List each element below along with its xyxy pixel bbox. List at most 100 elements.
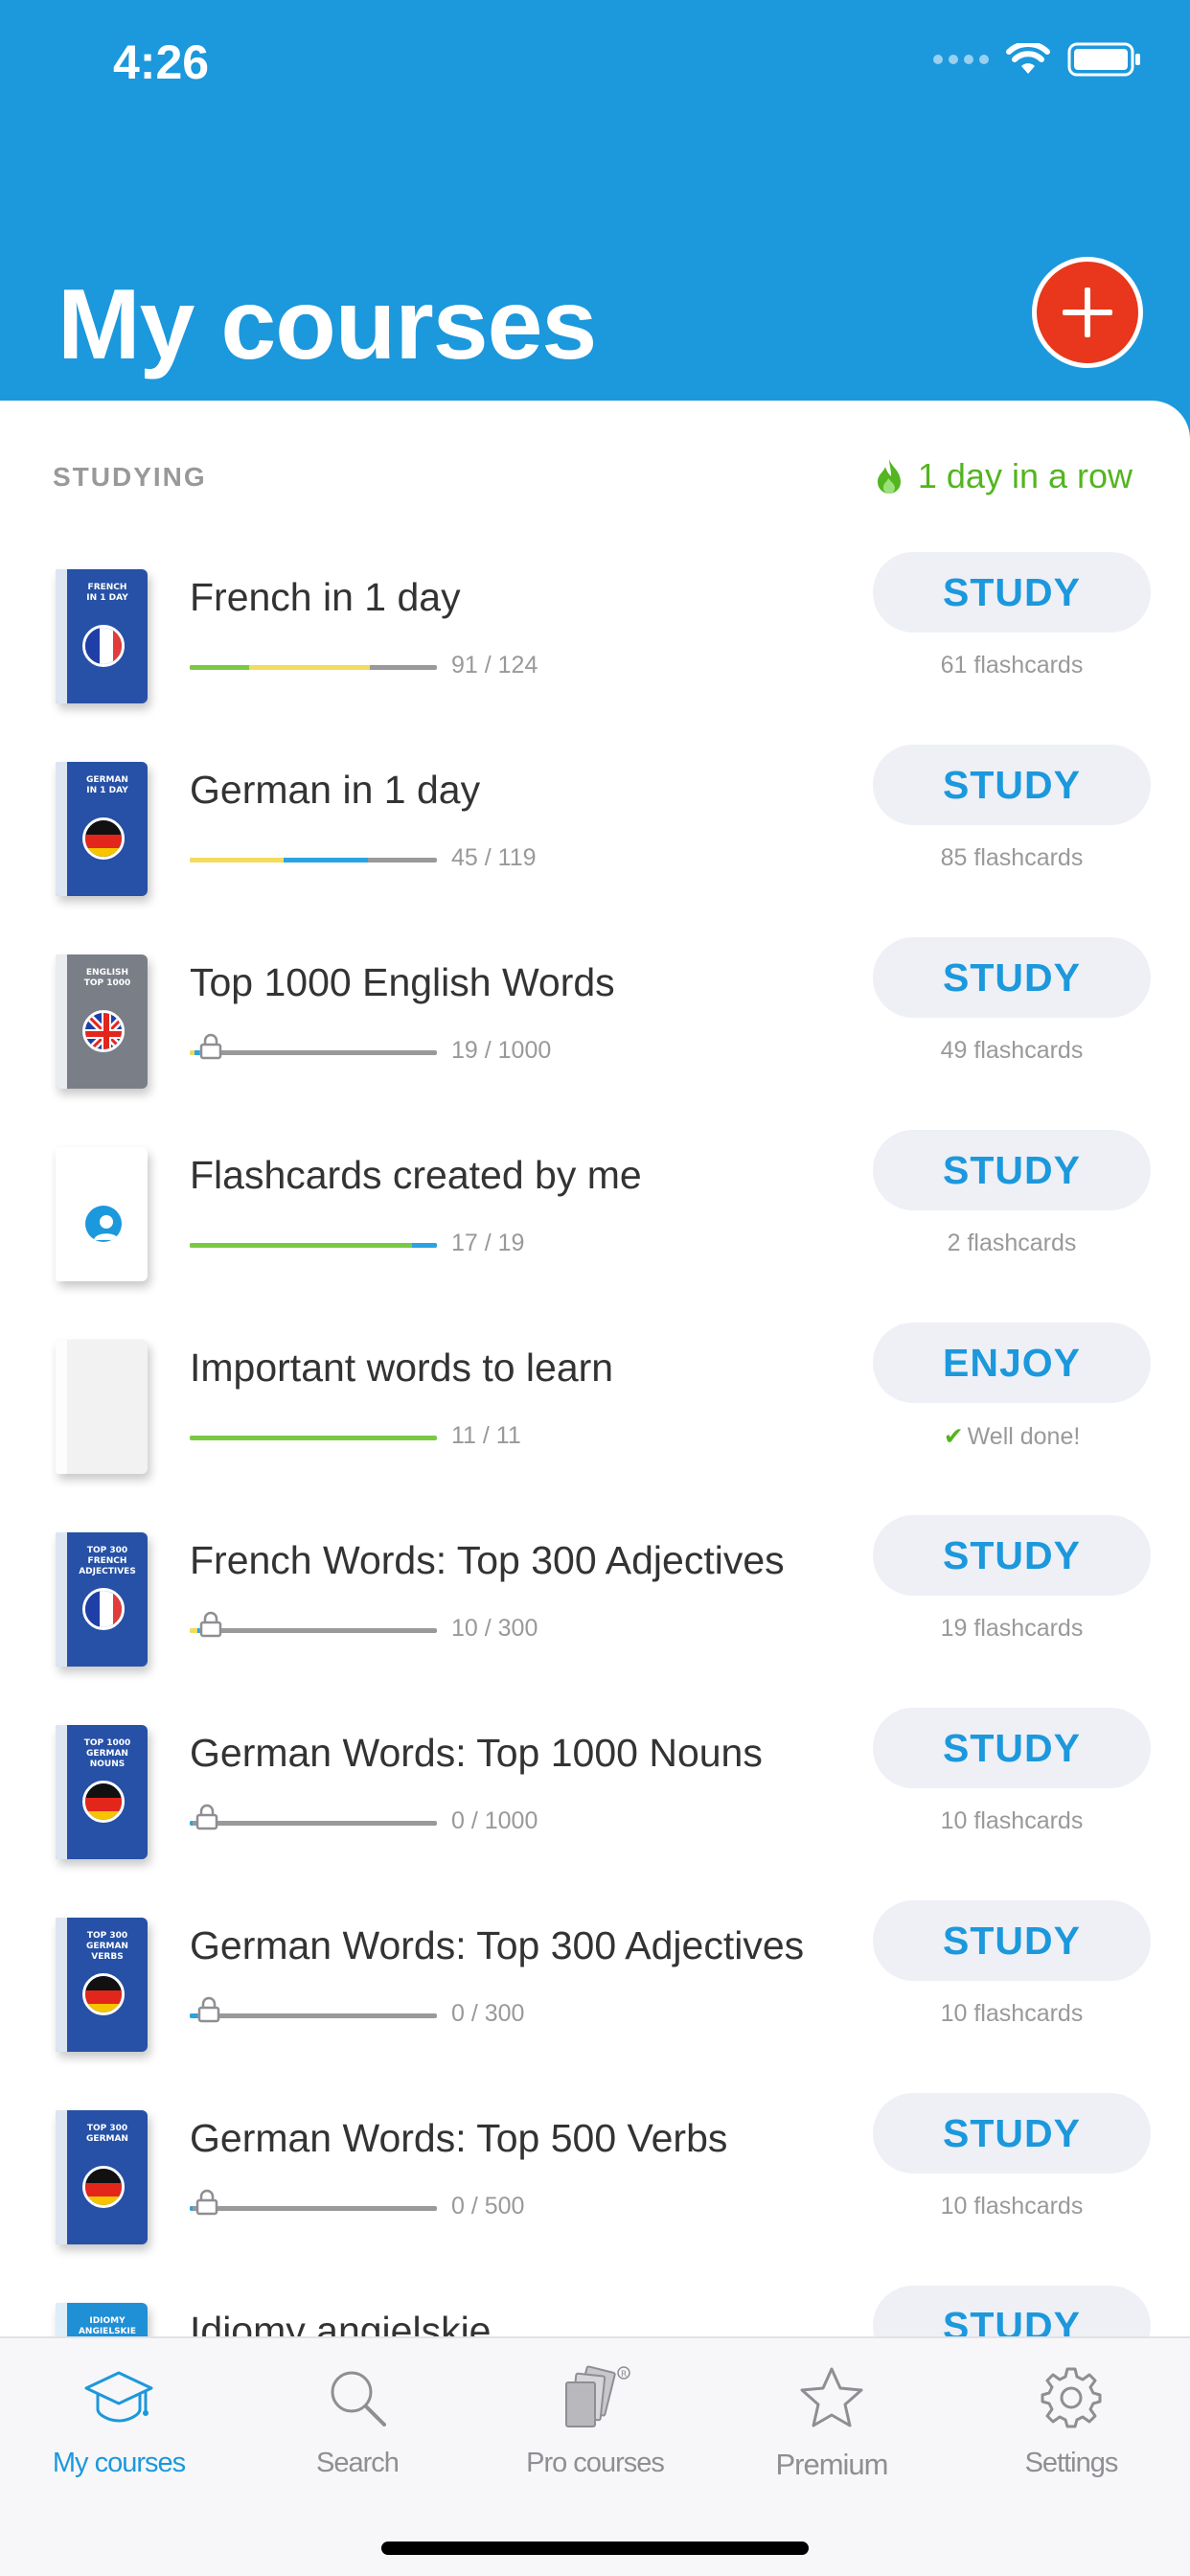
add-course-button[interactable] [1032,257,1143,368]
battery-icon [1067,42,1140,77]
course-cover: TOP 300 GERMAN [56,2110,148,2244]
study-button[interactable]: STUDY [873,1515,1151,1596]
course-row[interactable]: GERMAN IN 1 DAY German in 1 day 45 / 119 ST… [0,745,1190,937]
progress-segment [190,1628,197,1633]
tab-label: Settings [1024,2448,1119,2478]
cover-spine [56,954,67,1089]
study-button[interactable]: STUDY [873,745,1151,825]
study-button[interactable]: STUDY [873,552,1151,632]
tab-my-courses[interactable]: My courses [23,2358,215,2479]
lock-icon [195,2189,218,2216]
signal-icon [933,55,989,64]
course-cover: TOP 300 GERMAN VERBS [56,1918,148,2052]
completed-text: Well done! [967,1423,1081,1450]
cover-spine [56,1532,67,1667]
tab-premium[interactable]: Premium [736,2358,927,2482]
flashcards-count: 10 flashcards [940,2193,1084,2220]
cover-title: IDIOMY ANGIELSKIE [78,2316,137,2336]
progress-bar [190,1821,437,1826]
cover-title: ENGLISH TOP 1000 [83,968,131,988]
course-row[interactable]: TOP 300 GERMAN German Words: Top 500 Verb… [0,2093,1190,2286]
progress-count: 0 / 500 [451,2193,525,2220]
study-button[interactable]: STUDY [873,1130,1151,1210]
course-title: German in 1 day [190,768,481,812]
section-label: STUDYING [53,462,207,492]
star-icon [800,2367,863,2427]
study-button[interactable]: STUDY [873,1708,1151,1788]
courses-sheet: STUDYING 1 day in a row FRENCH IN 1 DAY F… [0,401,1190,2576]
course-cover: ENGLISH TOP 1000 [56,954,148,1089]
flashcards-count: 85 flashcards [940,844,1084,871]
study-button[interactable]: STUDY [873,937,1151,1018]
flashcards-count: 10 flashcards [940,2000,1084,2027]
tab-pro-courses[interactable]: R Pro courses [499,2358,691,2479]
completed-label: ✔ Well done! [873,1422,1151,1451]
course-cover: GERMAN IN 1 DAY [56,762,148,896]
tab-settings[interactable]: Settings [975,2358,1167,2479]
course-row[interactable]: TOP 1000 GERMAN NOUNS German Words: Top 1… [0,1708,1190,1900]
gear-icon [1041,2367,1102,2428]
cover-title: TOP 300 FRENCH ADJECTIVES [79,1546,136,1576]
progress-segment [190,1821,193,1826]
progress-count: 0 / 1000 [451,1807,538,1834]
flashcards-count: 61 flashcards [940,652,1084,678]
progress-segment [248,665,371,670]
course-title: German Words: Top 500 Verbs [190,2116,728,2160]
lock-icon [197,1996,220,2023]
check-icon: ✔ [943,1423,964,1450]
progress-count: 0 / 300 [451,2000,525,2027]
lock-icon [199,1033,222,1060]
progress-segment [190,858,285,862]
progress-count: 17 / 19 [451,1230,525,1256]
study-button[interactable]: STUDY [873,1900,1151,1981]
flame-icon [877,459,901,494]
plus-icon [1063,288,1112,337]
home-indicator [381,2542,809,2555]
course-row[interactable]: ENGLISH TOP 1000 Top 1000 English Words 19… [0,937,1190,1130]
course-row[interactable]: TOP 300 GERMAN VERBS German Words: Top 30… [0,1900,1190,2093]
tab-search[interactable]: Search [262,2358,453,2479]
cover-title: TOP 1000 GERMAN NOUNS [83,1738,131,1769]
tab-label: My courses [52,2448,186,2478]
header: 4:26 My courses [0,0,1190,441]
course-title: Top 1000 English Words [190,960,615,1004]
course-cover: TOP 300 FRENCH ADJECTIVES [56,1532,148,1667]
streak-text: 1 day in a row [917,456,1133,495]
cover-title: TOP 300 GERMAN VERBS [86,1931,128,1962]
progress-bar [190,1628,437,1633]
progress-bar [190,858,437,862]
flashcards-count: 19 flashcards [940,1615,1084,1642]
course-row[interactable]: Flashcards created by me 17 / 19 STUDY 2 fl… [0,1130,1190,1322]
course-row[interactable]: Important words to learn 11 / 11 ENJOY ✔ Wel… [0,1322,1190,1515]
graduation-cap-icon [84,2371,153,2423]
course-cover [56,1340,148,1474]
flag-icon [82,1781,125,1823]
progress-bar [190,1436,437,1440]
course-cover: TOP 1000 GERMAN NOUNS [56,1725,148,1859]
flag-icon [82,1588,125,1630]
cover-title: GERMAN IN 1 DAY [86,775,128,795]
enjoy-button[interactable]: ENJOY [873,1322,1151,1403]
status-icons [933,42,1142,77]
lock-icon [195,1804,218,1830]
progress-count: 19 / 1000 [451,1037,552,1064]
progress-segment [190,665,249,670]
course-row[interactable]: FRENCH IN 1 DAY French in 1 day 91 / 124 ST… [0,552,1190,745]
study-button[interactable]: STUDY [873,2093,1151,2174]
status-time: 4:26 [113,35,210,89]
progress-segment [190,1243,413,1248]
cover-spine [56,1147,67,1281]
course-row[interactable]: TOP 300 FRENCH ADJECTIVES French Words: T… [0,1515,1190,1708]
cover-spine [56,2110,67,2244]
progress-segment [190,1436,437,1440]
progress-segment [190,2013,197,2018]
svg-text:R: R [621,2370,627,2380]
tab-bar: My courses Search R Pro courses Premium … [0,2336,1190,2576]
flashcards-count: 2 flashcards [947,1230,1077,1256]
tab-label: Pro courses [526,2448,665,2478]
streak-badge: 1 day in a row [874,456,1133,496]
course-title: Flashcards created by me [190,1153,642,1197]
progress-bar [190,2206,437,2211]
lock-icon [199,1611,222,1638]
cover-spine [56,1725,67,1859]
